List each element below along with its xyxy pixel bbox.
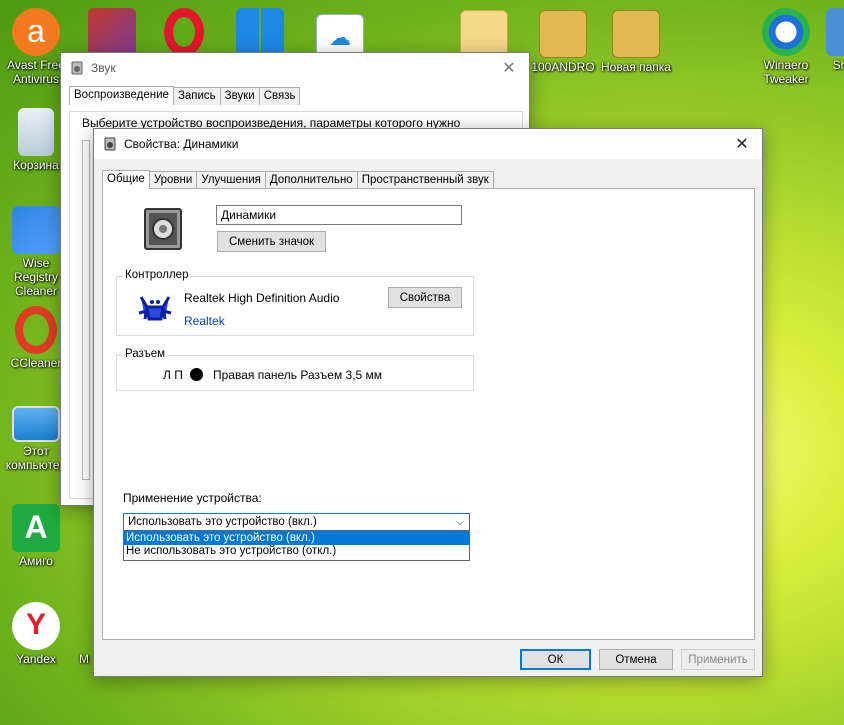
yandex-icon: Y — [12, 602, 60, 650]
desktop-icon-tool[interactable] — [76, 8, 148, 58]
usage-option[interactable]: Не использовать это устройство (откл.) — [124, 545, 469, 558]
tab-sounds[interactable]: Звуки — [219, 87, 260, 105]
desktop-icon-label: Sh — [832, 58, 844, 72]
tab-general[interactable]: Общие — [102, 170, 150, 189]
tab-recording[interactable]: Запись — [172, 87, 221, 105]
controller-name: Realtek High Definition Audio — [184, 291, 340, 305]
windows-shield-icon — [236, 8, 284, 56]
sound-close-icon[interactable]: ✕ — [489, 53, 529, 83]
tab-playback[interactable]: Воспроизведение — [69, 86, 174, 105]
jack-channels: Л П — [163, 368, 183, 382]
properties-close-icon[interactable]: ✕ — [722, 129, 762, 159]
usage-label: Применение устройства: — [123, 491, 262, 505]
tab-enhancements[interactable]: Улучшения — [196, 171, 266, 189]
chevron-down-icon[interactable]: ⌵ — [451, 517, 469, 528]
change-icon-button[interactable]: Сменить значок — [217, 231, 326, 252]
realtek-crab-icon — [137, 293, 173, 328]
cancel-button[interactable]: Отмена — [599, 649, 673, 670]
amigo-icon: A — [12, 504, 60, 552]
usage-selected: Использовать это устройство (вкл.) — [128, 516, 317, 528]
properties-tabs: Общие Уровни Улучшения Дополнительно Про… — [102, 167, 494, 189]
desktop-icon-sh[interactable]: Sh — [820, 8, 844, 72]
sound-window-title: Звук — [91, 61, 116, 75]
wise-registry-icon — [12, 206, 60, 254]
tab-advanced[interactable]: Дополнительно — [264, 171, 358, 189]
tab-levels[interactable]: Уровни — [148, 171, 198, 189]
desktop-icon-windows[interactable] — [224, 8, 296, 58]
usage-option[interactable]: Использовать это устройство (вкл.) — [124, 532, 469, 545]
avast-icon: a — [12, 8, 60, 56]
jack-legend: Разъем — [123, 348, 168, 360]
usage-dropdown[interactable]: Использовать это устройство (вкл.) ⌵ — [123, 513, 470, 531]
desktop-icon-100andro[interactable]: 100ANDRO — [527, 10, 599, 74]
device-name-input[interactable]: Динамики — [216, 205, 462, 225]
folder-icon — [539, 10, 587, 58]
speaker-device-icon — [143, 207, 183, 254]
desktop-icon-label: Yandex — [16, 652, 56, 666]
jack-description: Правая панель Разъем 3,5 мм — [213, 368, 383, 382]
jack-group: Разъем Л П Правая панель Разъем 3,5 мм — [116, 348, 474, 391]
speaker-icon — [69, 60, 85, 76]
desktop-icon-label: 100ANDRO — [531, 60, 595, 74]
sound-tabs: Воспроизведение Запись Звуки Связь — [69, 83, 529, 105]
sound-titlebar[interactable]: Звук ✕ — [61, 53, 529, 83]
app-icon — [826, 8, 844, 56]
desktop-icon-label: Амиго — [19, 554, 53, 568]
properties-titlebar[interactable]: Свойства: Динамики ✕ — [94, 129, 762, 159]
ok-button[interactable]: ОК — [520, 649, 591, 670]
desktop-icon-amigo[interactable]: A Амиго — [0, 504, 72, 568]
speaker-icon — [102, 136, 118, 152]
controller-group: Контроллер Realtek High Definition Audio… — [116, 269, 474, 336]
desktop-icon-label: Новая папка — [601, 60, 671, 74]
desktop-icon-label: Winaero Tweaker — [763, 58, 809, 86]
properties-window: Свойства: Динамики ✕ Общие Уровни Улучше… — [93, 128, 763, 677]
jack-dot-icon — [190, 368, 203, 381]
desktop-icon-winaero[interactable]: Winaero Tweaker — [750, 8, 822, 86]
properties-window-title: Свойства: Динамики — [124, 137, 239, 151]
tab-communications[interactable]: Связь — [258, 87, 301, 105]
app-icon — [74, 602, 94, 650]
general-tab-panel: Динамики Сменить значок Контроллер Realt… — [102, 188, 755, 640]
desktop-icon-yandex[interactable]: Y Yandex — [0, 602, 72, 666]
controller-vendor-link[interactable]: Realtek — [184, 314, 225, 328]
controller-properties-button[interactable]: Свойства — [388, 287, 462, 308]
tab-spatial-sound[interactable]: Пространственный звук — [356, 171, 494, 189]
device-list[interactable] — [82, 140, 90, 480]
desktop-icon-new-folder[interactable]: Новая папка — [600, 10, 672, 74]
recycle-bin-icon — [18, 108, 54, 156]
folder-icon — [460, 10, 508, 58]
folder-icon — [612, 10, 660, 58]
opera-icon — [164, 8, 204, 56]
controller-legend: Контроллер — [123, 269, 191, 281]
usage-options-list: Использовать это устройство (вкл.) Не ис… — [123, 531, 470, 561]
computer-icon — [12, 406, 60, 442]
desktop-icon-opera[interactable] — [148, 8, 220, 58]
ccleaner-icon — [15, 306, 57, 354]
winaero-icon — [762, 8, 810, 56]
winrar-tool-icon — [88, 8, 136, 56]
apply-button[interactable]: Применить — [681, 649, 755, 670]
